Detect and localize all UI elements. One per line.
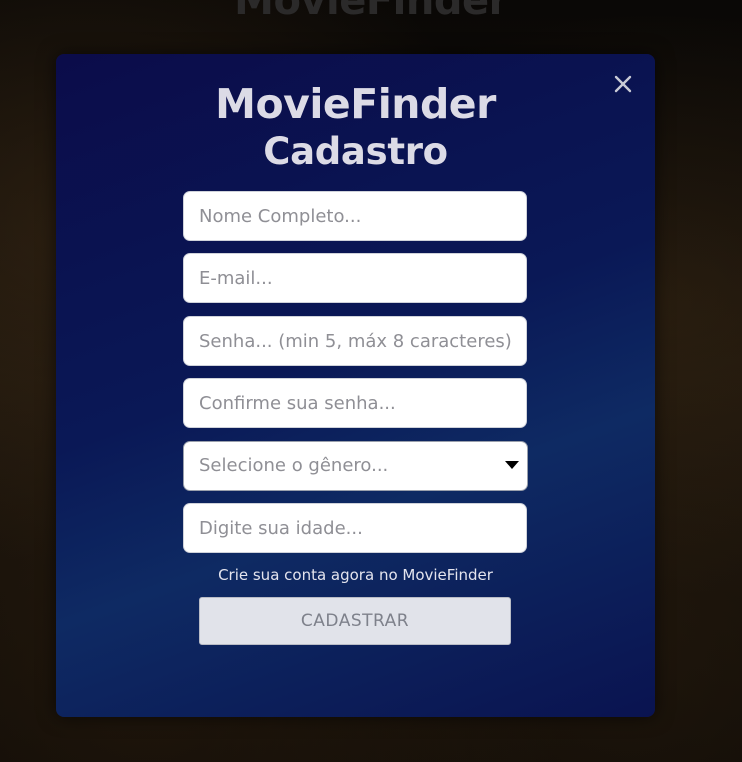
full-name-input[interactable] xyxy=(183,191,527,241)
email-input[interactable] xyxy=(183,253,527,303)
caret-down-icon xyxy=(505,461,519,469)
signup-tagline: Crie sua conta agora no MovieFinder xyxy=(218,566,493,584)
gender-select-value: Selecione o gênero... xyxy=(199,455,389,476)
modal-title: MovieFinder xyxy=(215,80,496,128)
age-input[interactable] xyxy=(183,503,527,553)
modal-subtitle: Cadastro xyxy=(263,130,448,173)
password-input[interactable] xyxy=(183,316,527,366)
signup-modal: MovieFinder Cadastro Selecione o gênero.… xyxy=(56,54,655,717)
background-title: MovieFinder xyxy=(234,0,508,24)
confirm-password-input[interactable] xyxy=(183,378,527,428)
register-button[interactable]: CADASTRAR xyxy=(199,597,511,645)
gender-select[interactable]: Selecione o gênero... xyxy=(183,441,528,491)
